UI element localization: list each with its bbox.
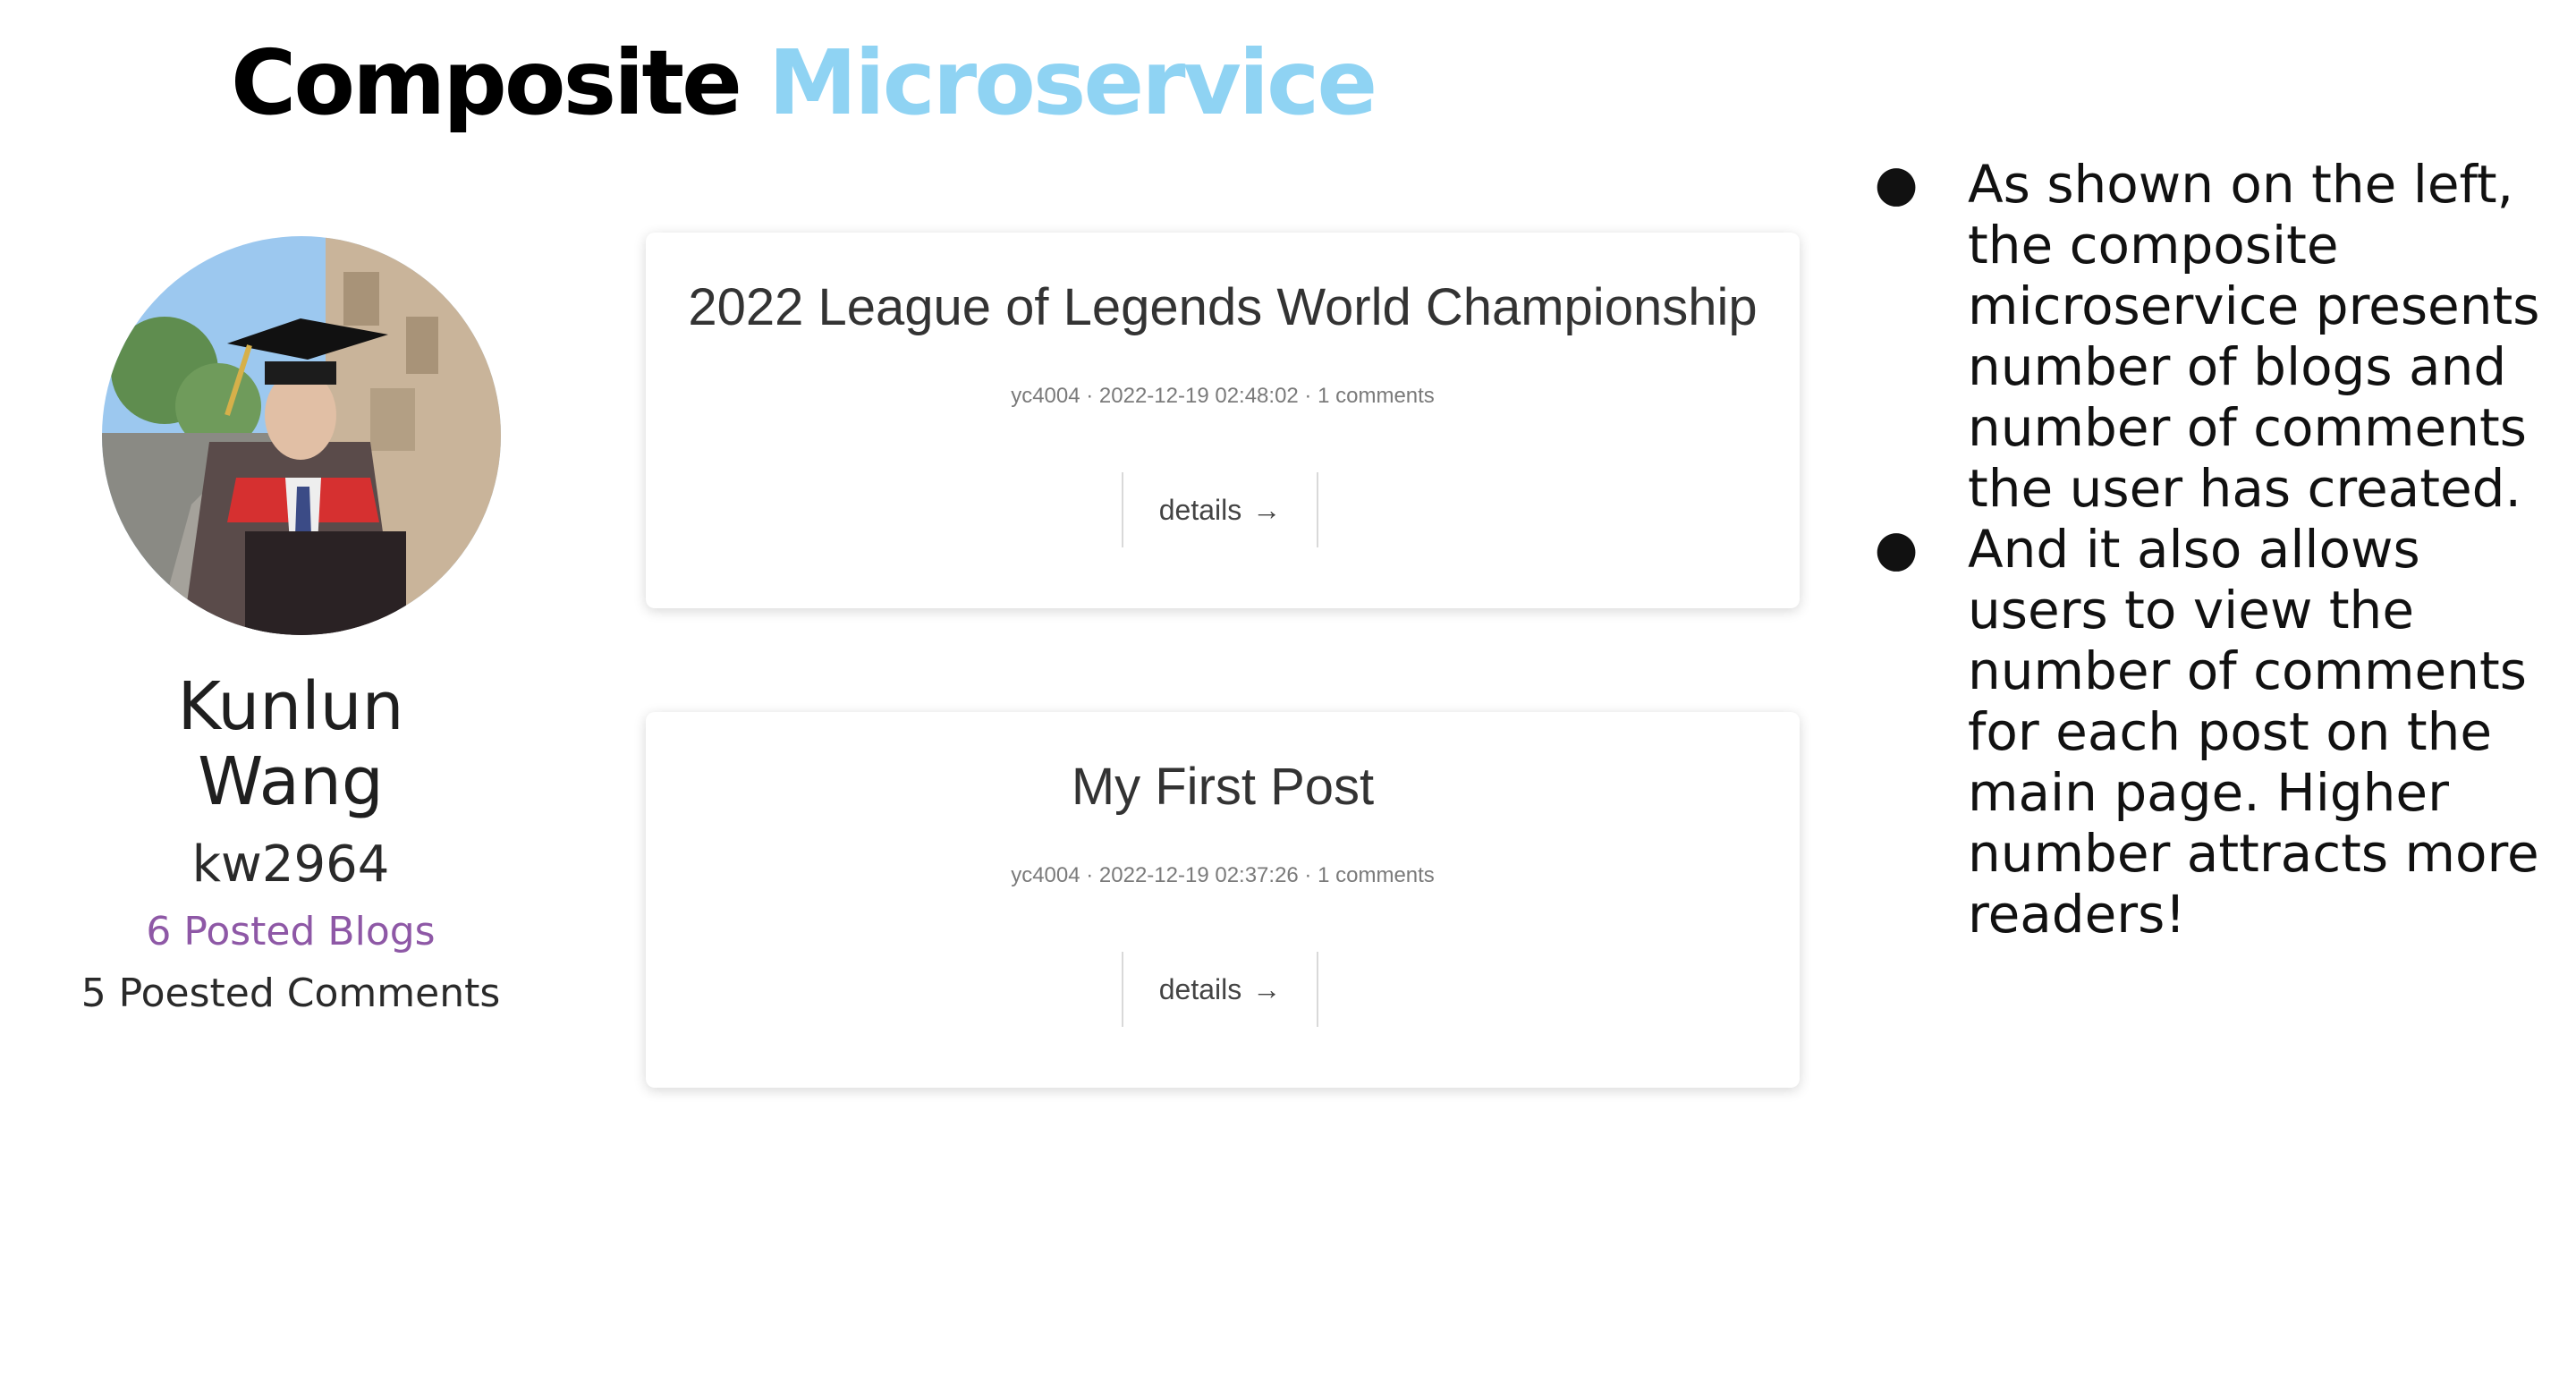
slide-title: Composite Microservice [231,25,1377,141]
post-card: 2022 League of Legends World Championshi… [646,233,1800,608]
details-button[interactable]: details → [1122,472,1318,547]
post-card: My First Post yc4004 · 2022-12-19 02:37:… [646,712,1800,1088]
slide-title-main: Composite [231,30,742,135]
bullet-icon: ● [1874,155,1919,213]
profile-avatar [102,236,501,635]
post-title: 2022 League of Legends World Championshi… [688,278,1758,336]
arrow-right-icon: → [1252,493,1282,526]
arrow-right-icon: → [1252,972,1282,1005]
post-meta: yc4004 · 2022-12-19 02:37:26 · 1 comment… [1011,863,1435,887]
list-item-text: And it also allows users to view the num… [1968,519,2539,945]
post-title: My First Post [1071,758,1375,816]
posted-comments-count: 5 Poested Comments [80,971,501,1016]
list-item: ● And it also allows users to view the n… [1869,519,2549,945]
details-label: details [1158,972,1242,1005]
slide-title-accent: Microservice [767,30,1377,135]
posted-blogs-link[interactable]: 6 Posted Blogs [80,905,501,959]
post-meta: yc4004 · 2022-12-19 02:48:02 · 1 comment… [1011,384,1435,408]
notes-list: ● As shown on the left, the composite mi… [1869,154,2549,945]
bullet-icon: ● [1874,520,1919,578]
list-item-text: As shown on the left, the composite micr… [1968,154,2540,519]
details-label: details [1158,493,1242,526]
profile-username: kw2964 [191,835,390,894]
avatar-photo-illustration [102,236,501,635]
profile-name: Kunlun Wang [177,668,404,820]
list-item: ● As shown on the left, the composite mi… [1869,154,2549,519]
details-button[interactable]: details → [1122,952,1318,1027]
